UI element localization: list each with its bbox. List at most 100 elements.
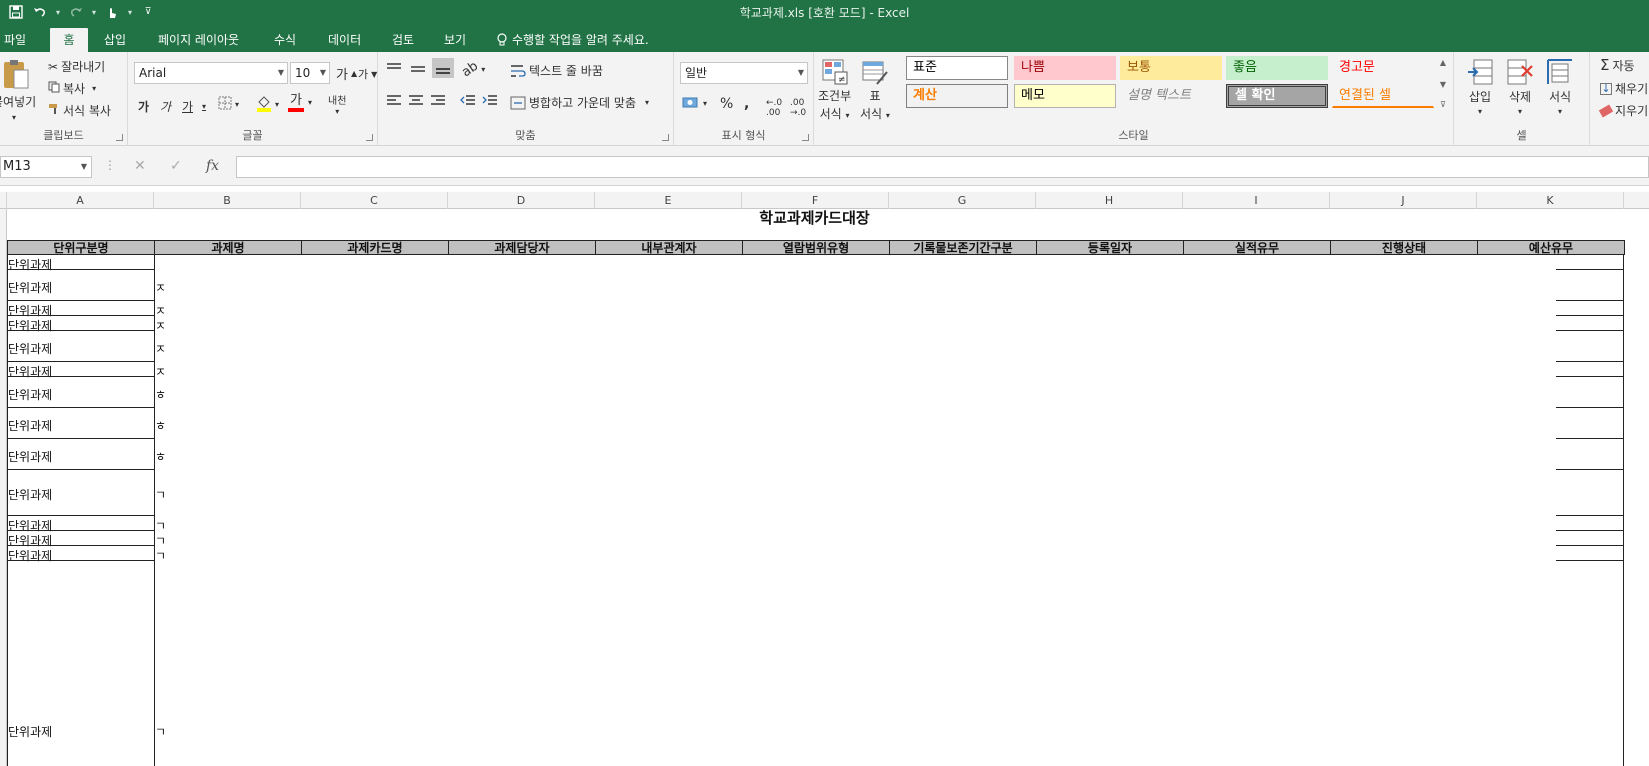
insert-cells-button[interactable]: 삽입 ▾: [1466, 58, 1494, 116]
format-painter-button[interactable]: 서식 복사: [48, 102, 111, 119]
cancel-entry-icon[interactable]: ✕: [134, 158, 146, 174]
worksheet-grid[interactable]: [0, 209, 1649, 766]
header-cell[interactable]: 등록일자: [1036, 240, 1184, 255]
table-row-cell-a[interactable]: 단위과제: [8, 417, 52, 434]
accounting-format-button[interactable]: ▾: [682, 96, 707, 110]
style-linked-cell[interactable]: 연결된 셀: [1332, 84, 1434, 108]
style-good[interactable]: 좋음: [1226, 56, 1328, 80]
shrink-font-button[interactable]: 가 ▼: [358, 66, 377, 82]
paste-button[interactable]: 붙여넣기 ▾: [0, 58, 36, 122]
formula-bar-resize-icon[interactable]: ⋮: [104, 158, 116, 172]
tab-insert[interactable]: 삽입: [104, 28, 126, 52]
align-center-button[interactable]: [408, 94, 424, 108]
clipboard-launcher-icon[interactable]: [116, 134, 123, 141]
autosum-button[interactable]: Σ 자동: [1600, 56, 1635, 74]
style-note[interactable]: 메모: [1014, 84, 1116, 108]
top-align-button[interactable]: [386, 62, 402, 76]
table-row-cell-a[interactable]: 단위과제: [8, 340, 52, 357]
header-cell[interactable]: 과제카드명: [301, 240, 449, 255]
tab-formulas[interactable]: 수식: [274, 28, 296, 52]
header-cell[interactable]: 과제담당자: [448, 240, 596, 255]
tab-review[interactable]: 검토: [392, 28, 414, 52]
table-row-cell-a[interactable]: 단위과제: [8, 279, 52, 296]
style-explanatory[interactable]: 설명 텍스트: [1120, 84, 1222, 108]
table-row-cell-a[interactable]: 단위과제: [8, 448, 52, 465]
tab-page-layout[interactable]: 페이지 레이아웃: [158, 28, 239, 52]
header-cell[interactable]: 기록물보존기간구분: [889, 240, 1037, 255]
formula-input[interactable]: [236, 156, 1649, 178]
table-row-cell-b[interactable]: ㄱ: [155, 723, 166, 740]
bold-button[interactable]: 가: [138, 98, 149, 115]
header-cell[interactable]: 예산유무: [1477, 240, 1625, 255]
font-name-combo[interactable]: Arial ▼: [134, 62, 288, 84]
table-row-cell-a[interactable]: 단위과제: [8, 386, 52, 403]
enter-entry-icon[interactable]: ✓: [170, 158, 182, 174]
middle-align-button[interactable]: [410, 62, 426, 76]
header-cell[interactable]: 진행상태: [1330, 240, 1478, 255]
italic-button[interactable]: 가: [160, 98, 171, 115]
increase-indent-button[interactable]: [482, 94, 498, 108]
style-calculation[interactable]: 계산: [906, 84, 1008, 108]
insert-function-button[interactable]: fx: [206, 158, 219, 174]
decrease-indent-button[interactable]: [460, 94, 476, 108]
comma-button[interactable]: ,: [744, 96, 749, 112]
number-format-combo[interactable]: 일반 ▼: [680, 62, 808, 84]
delete-cells-button[interactable]: 삭제 ▾: [1506, 58, 1534, 116]
alignment-launcher-icon[interactable]: [662, 134, 669, 141]
increase-decimal-button[interactable]: ←.0.00: [766, 98, 782, 118]
table-row-cell-a[interactable]: 단위과제: [8, 317, 52, 334]
gallery-scroll-up-icon[interactable]: ▲: [1437, 58, 1449, 67]
table-row-cell-b[interactable]: ㅈ: [155, 340, 166, 357]
font-color-button[interactable]: 가: [288, 94, 304, 112]
style-warning[interactable]: 경고문: [1332, 56, 1434, 80]
conditional-format-button[interactable]: ≠ 조건부 서식 ▾: [818, 58, 851, 122]
gallery-scroll-down-icon[interactable]: ▼: [1437, 80, 1449, 89]
bottom-align-button[interactable]: [432, 58, 454, 78]
font-color-dropdown-icon[interactable]: ▾: [308, 98, 312, 107]
style-normal[interactable]: 표준: [906, 56, 1008, 80]
percent-button[interactable]: %: [720, 96, 733, 112]
underline-button[interactable]: 가 ▾: [182, 98, 206, 115]
tab-file[interactable]: 파일: [4, 28, 34, 52]
table-row-cell-b[interactable]: ㅈ: [155, 317, 166, 334]
borders-button[interactable]: ▾: [218, 96, 239, 113]
font-launcher-icon[interactable]: [366, 134, 373, 141]
style-neutral[interactable]: 보통: [1120, 56, 1222, 80]
style-check-cell[interactable]: 셀 확인: [1226, 84, 1328, 108]
header-cell[interactable]: 내부관계자: [595, 240, 743, 255]
wrap-text-button[interactable]: 텍스트 줄 바꿈: [510, 62, 603, 79]
table-row-cell-b[interactable]: ㅎ: [155, 417, 166, 434]
tell-me-box[interactable]: 수행할 작업을 알려 주세요.: [496, 28, 649, 52]
phonetic-button[interactable]: 내천 ▾: [328, 92, 346, 116]
table-row-cell-b[interactable]: ㄱ: [155, 486, 166, 503]
table-row-cell-a[interactable]: 단위과제: [8, 723, 52, 740]
table-row-cell-a[interactable]: 단위과제: [8, 363, 52, 380]
clear-button[interactable]: 지우기: [1598, 102, 1648, 119]
align-left-button[interactable]: [386, 94, 402, 108]
copy-button[interactable]: 복사 ▾: [48, 80, 96, 97]
decrease-decimal-button[interactable]: .00 →.0: [790, 98, 806, 118]
tab-data[interactable]: 데이터: [328, 28, 361, 52]
fill-color-button[interactable]: ▾: [256, 94, 279, 115]
cut-button[interactable]: ✂ 잘라내기: [48, 58, 105, 75]
gallery-more-icon[interactable]: ⊽: [1437, 100, 1449, 109]
table-row-cell-b[interactable]: ㅎ: [155, 448, 166, 465]
name-box[interactable]: M13 ▼: [0, 156, 92, 178]
grow-font-button[interactable]: 가 ▲: [336, 64, 357, 83]
format-as-table-button[interactable]: 표 서식 ▾: [860, 58, 890, 122]
font-size-combo[interactable]: 10 ▼: [290, 62, 330, 84]
style-bad[interactable]: 나쁨: [1014, 56, 1116, 80]
table-row-cell-b[interactable]: ㅎ: [155, 386, 166, 403]
merge-center-button[interactable]: 병합하고 가운데 맞춤 ▾: [510, 94, 649, 111]
align-right-button[interactable]: [430, 94, 446, 108]
header-cell[interactable]: 과제명: [154, 240, 302, 255]
fill-button[interactable]: ↓ 채우기: [1600, 80, 1648, 97]
table-row-cell-a[interactable]: 단위과제: [8, 547, 52, 564]
table-row-cell-a[interactable]: 단위과제: [8, 256, 52, 273]
header-cell[interactable]: 실적유무: [1183, 240, 1331, 255]
format-cells-button[interactable]: 서식 ▾: [1546, 58, 1574, 116]
table-row-cell-a[interactable]: 단위과제: [8, 486, 52, 503]
header-cell[interactable]: 열람범위유형: [742, 240, 890, 255]
table-row-cell-b[interactable]: ㄱ: [155, 547, 166, 564]
number-launcher-icon[interactable]: [802, 134, 809, 141]
